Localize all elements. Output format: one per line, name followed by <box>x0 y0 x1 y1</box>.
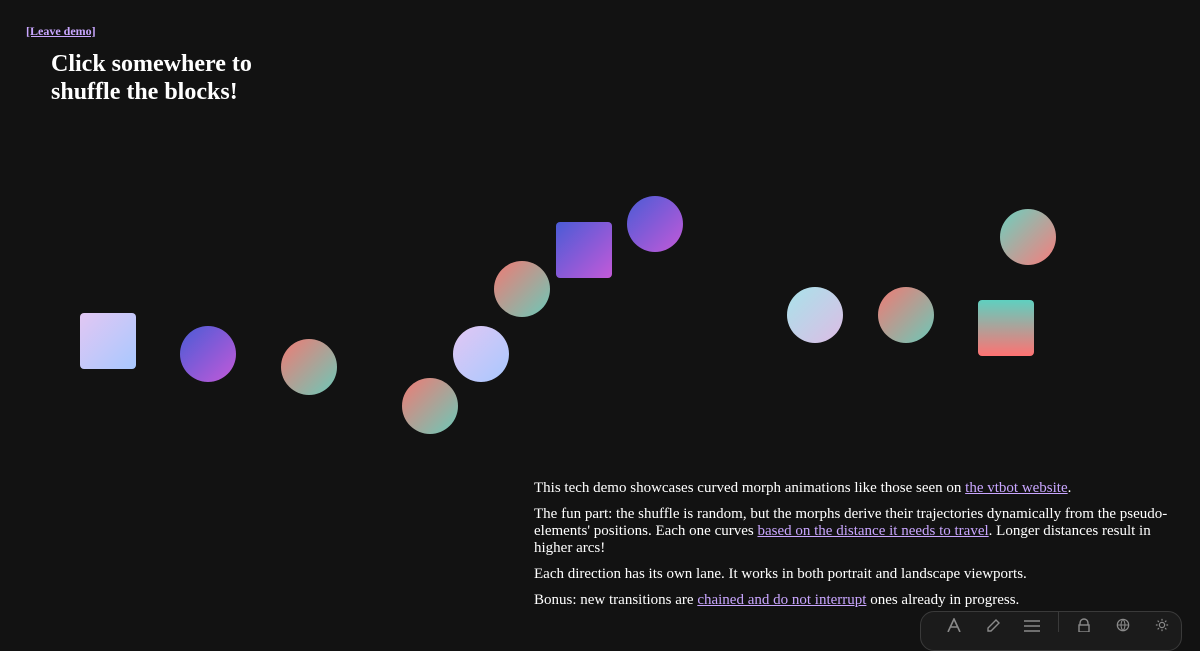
block-circle-coral <box>402 378 458 434</box>
description-paragraph: Each direction has its own lane. It work… <box>534 566 1027 582</box>
block-square-pale <box>80 313 136 369</box>
description-paragraph: This tech demo showcases curved morph an… <box>534 480 1072 496</box>
block-square-teal <box>978 300 1034 356</box>
page-title: Click somewhere to shuffle the blocks! <box>51 51 252 105</box>
block-circle-coral <box>878 287 934 343</box>
pencil-icon[interactable] <box>974 612 1013 638</box>
block-circle-coral <box>281 339 337 395</box>
description: This tech demo showcases curved morph an… <box>534 480 1174 618</box>
lock-icon[interactable] <box>1065 612 1104 638</box>
globe-icon[interactable] <box>1103 612 1142 638</box>
block-circle-purple <box>627 196 683 252</box>
description-paragraph: Bonus: new transitions are chained and d… <box>534 592 1020 608</box>
block-square-purple <box>556 222 612 278</box>
block-circle-purple <box>180 326 236 382</box>
gear-icon[interactable] <box>1142 612 1181 638</box>
block-circle-pale <box>787 287 843 343</box>
block-circle-coral <box>494 261 550 317</box>
chained-transitions-link[interactable]: chained and do not interrupt <box>697 592 866 608</box>
description-paragraph: The fun part: the shuffle is random, but… <box>534 506 1168 556</box>
dev-toolbar <box>920 611 1182 651</box>
block-circle-pale <box>453 326 509 382</box>
menu-icon[interactable] <box>1013 612 1052 638</box>
leave-demo-link[interactable]: [Leave demo] <box>26 24 96 39</box>
a-icon[interactable] <box>935 612 974 638</box>
toolbar-divider <box>1057 612 1059 632</box>
distance-curve-link[interactable]: based on the distance it needs to travel <box>757 523 988 539</box>
block-circle-teal <box>1000 209 1056 265</box>
vtbot-website-link[interactable]: the vtbot website <box>965 480 1067 496</box>
